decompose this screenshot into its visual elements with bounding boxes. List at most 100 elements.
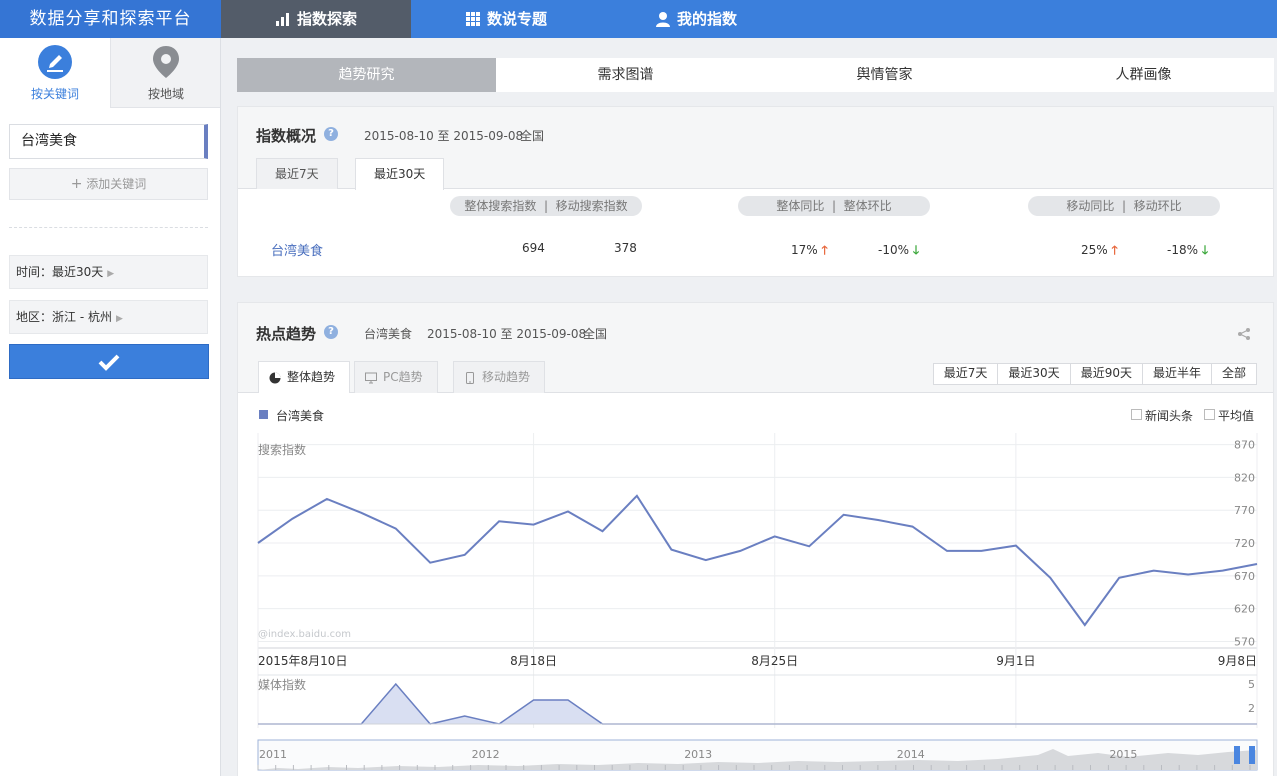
confirm-button[interactable] <box>9 344 209 379</box>
x-tick-label: 9月1日 <box>996 654 1035 668</box>
region-filter-label: 地区：浙江 - 杭州 <box>16 310 112 324</box>
mobile-yoy-value: 25% 🡑 <box>1081 241 1118 262</box>
media-index-series <box>258 674 1257 725</box>
nav-tab-label: 数说专题 <box>486 10 547 28</box>
search-index-line <box>257 494 1258 627</box>
overview-year-label: 2012 <box>472 748 500 761</box>
header-mobile-mom: 移动环比 <box>1133 199 1182 213</box>
media-y-tick-label: 5 <box>1248 678 1255 691</box>
chart-gridlines <box>257 433 1258 728</box>
y-tick-label: 820 <box>1234 471 1255 484</box>
header-overall-search: 整体搜索指数 <box>464 199 537 213</box>
time-filter[interactable]: 时间：最近30天 ▶ <box>9 255 208 289</box>
overall-ratio-header: 整体同比 | 整体环比 <box>738 196 930 216</box>
top-navbar: 数据分享和探索平台 指数探索 数说专题 我的指数 <box>0 0 1277 38</box>
grid-icon <box>465 12 480 26</box>
arrow-down-icon: 🡓 <box>1201 243 1209 257</box>
overall-mom-text: -10% <box>878 243 910 257</box>
mobile-ratio-header: 移动同比 | 移动环比 <box>1028 196 1220 216</box>
plus-icon: + <box>70 176 83 192</box>
caret-right-icon: ▶ <box>115 314 123 324</box>
mode-tab-label: 按地域 <box>147 87 184 101</box>
divider <box>9 227 208 228</box>
range-handle-right[interactable] <box>1249 746 1255 764</box>
arrow-up-icon: 🡑 <box>821 243 828 257</box>
map-pin-icon <box>153 46 179 78</box>
overview-year-label: 2014 <box>897 748 925 761</box>
overview-year-label: 2011 <box>259 748 287 761</box>
y-tick-label: 620 <box>1234 603 1255 616</box>
overview-title: 指数概况 <box>256 127 317 145</box>
caret-right-icon: ▶ <box>107 269 115 279</box>
overview-region: 全国 <box>520 129 545 143</box>
range-tab-7d[interactable]: 最近7天 <box>256 158 338 189</box>
help-icon[interactable]: ? <box>324 127 338 141</box>
checkmark-icon <box>98 354 120 371</box>
x-axis-labels: 2015年8月10日 8月18日 8月25日 9月1日 9月8日 <box>258 654 1257 668</box>
mobile-mom-text: -18% <box>1167 243 1199 257</box>
range-handle-left[interactable] <box>1234 746 1240 764</box>
add-keyword-label: 添加关键词 <box>86 177 147 191</box>
header-overall-yoy: 整体同比 <box>776 199 825 213</box>
arrow-down-icon: 🡓 <box>912 243 920 257</box>
overall-search-value: 694 <box>522 241 545 255</box>
subnav-tab-sentiment[interactable]: 舆情管家 <box>755 58 1014 92</box>
media-index-area <box>258 684 1257 724</box>
analysis-subnav: 趋势研究 需求图谱 舆情管家 人群画像 <box>237 58 1274 92</box>
media-y-axis-ticks: 52 <box>1248 678 1255 715</box>
overview-date-range: 2015-08-10 至 2015-09-08 <box>364 129 524 143</box>
overall-yoy-text: 17% <box>791 243 818 257</box>
search-index-header: 整体搜索指数 | 移动搜索指数 <box>450 196 642 216</box>
brand-logo[interactable]: 数据分享和探索平台 <box>0 0 221 38</box>
mode-tab-keyword[interactable]: 按关键词 <box>0 38 110 108</box>
nav-tab-my-index[interactable]: 我的指数 <box>601 0 791 38</box>
subnav-tab-trend[interactable]: 趋势研究 <box>237 58 496 92</box>
overview-keyword-link[interactable]: 台湾美食 <box>271 240 323 259</box>
y-axis-ticks: 870 820 770 720 670 620 570 <box>1234 439 1255 649</box>
overview-year-label: 2015 <box>1109 748 1137 761</box>
keyword-input[interactable]: 台湾美食 <box>9 124 208 159</box>
mobile-mom-value: -18% 🡓 <box>1167 241 1208 262</box>
subnav-tab-audience[interactable]: 人群画像 <box>1014 58 1273 92</box>
search-mode-tabs: 按关键词 按地域 <box>0 38 221 108</box>
user-icon <box>655 12 670 27</box>
subnav-tab-demand[interactable]: 需求图谱 <box>496 58 755 92</box>
x-tick-label: 9月8日 <box>1218 654 1257 668</box>
y-tick-label: 670 <box>1234 570 1255 583</box>
header-overall-mom: 整体环比 <box>843 199 892 213</box>
watermark-text: @index.baidu.com <box>258 629 351 640</box>
region-filter[interactable]: 地区：浙江 - 杭州 ▶ <box>9 300 208 334</box>
mobile-search-value: 378 <box>614 241 637 255</box>
add-keyword-button[interactable]: + 添加关键词 <box>9 168 208 200</box>
search-index-axis-label: 搜索指数 <box>258 442 306 457</box>
x-tick-label: 2015年8月10日 <box>258 654 347 668</box>
index-overview-panel: 指数概况 ? 2015-08-10 至 2015-09-08 全国 最近7天 最… <box>237 106 1274 277</box>
overall-mom-value: -10% 🡓 <box>878 241 919 262</box>
edit-pen-icon <box>38 45 72 79</box>
nav-tab-index-explore[interactable]: 指数探索 <box>221 0 411 38</box>
x-tick-label: 8月25日 <box>751 654 798 668</box>
mobile-yoy-text: 25% <box>1081 243 1108 257</box>
nav-tab-topics[interactable]: 数说专题 <box>411 0 601 38</box>
trend-chart[interactable]: 搜索指数 媒体指数 @index.baidu.com 870 820 770 720 6… <box>238 303 1275 776</box>
y-tick-label: 770 <box>1234 504 1255 517</box>
mode-tab-region[interactable]: 按地域 <box>110 38 220 108</box>
y-tick-label: 720 <box>1234 537 1255 550</box>
hot-trend-panel: 热点趋势 ? 台湾美食 2015-08-10 至 2015-09-08 全国 整… <box>237 302 1274 776</box>
header-mobile-yoy: 移动同比 <box>1066 199 1115 213</box>
nav-tab-label: 我的指数 <box>676 10 737 28</box>
overall-yoy-value: 17% 🡑 <box>791 241 828 262</box>
sidebar: 按关键词 按地域 台湾美食 + 添加关键词 时间：最近30天 ▶ 地区：浙江 - … <box>0 38 221 776</box>
y-tick-label: 570 <box>1234 635 1255 648</box>
range-tab-30d[interactable]: 最近30天 <box>355 158 445 190</box>
media-index-axis-label: 媒体指数 <box>258 677 306 692</box>
overview-year-label: 2013 <box>684 748 712 761</box>
mode-tab-label: 按关键词 <box>30 87 79 101</box>
time-filter-label: 时间：最近30天 <box>16 265 104 279</box>
y-tick-label: 870 <box>1234 439 1255 452</box>
arrow-up-icon: 🡑 <box>1111 243 1118 257</box>
search-index-series <box>257 494 1258 627</box>
nav-tab-label: 指数探索 <box>296 10 357 28</box>
header-mobile-search: 移动搜索指数 <box>555 199 628 213</box>
bar-chart-icon <box>275 13 289 26</box>
